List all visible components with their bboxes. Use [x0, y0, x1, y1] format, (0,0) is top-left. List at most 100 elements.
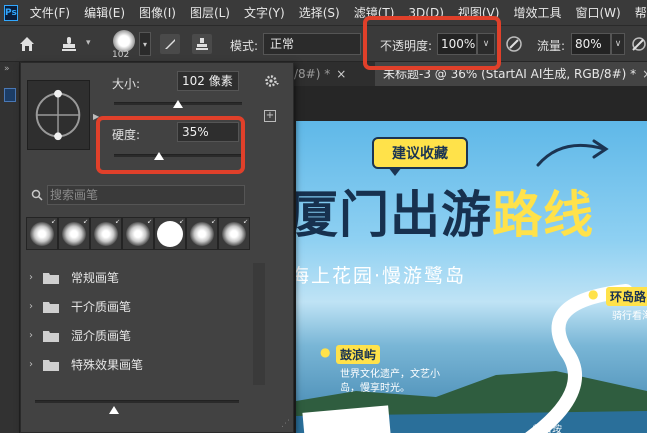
brush-settings-toggle-button[interactable]	[160, 34, 180, 54]
menu-bar: Ps 文件(F) 编辑(E) 图像(I) 图层(L) 文字(Y) 选择(S) 滤…	[0, 0, 647, 25]
brush-preview-icon[interactable]	[113, 30, 135, 52]
folder-icon	[43, 330, 59, 342]
pressure-opacity-icon[interactable]	[505, 35, 523, 53]
menu-type[interactable]: 文字(Y)	[244, 4, 285, 21]
search-icon	[31, 189, 43, 201]
resize-grip-icon[interactable]: ⋰	[281, 419, 291, 429]
soft-brush-icon	[222, 221, 246, 246]
menu-select[interactable]: 选择(S)	[299, 4, 340, 21]
preview-size-slider-thumb[interactable]	[109, 406, 119, 414]
size-slider-thumb[interactable]	[173, 100, 183, 108]
brush-folder-list: › 常规画笔 › 干介质画笔 › 湿介质画笔 › 特殊效果画笔	[25, 263, 251, 385]
gear-icon[interactable]	[265, 74, 279, 88]
mode-select[interactable]: 正常	[263, 33, 361, 55]
brush-tip-angle-preview[interactable]	[27, 80, 90, 150]
poster-spot1-name: 鼓浪屿	[336, 345, 381, 364]
poster-canvas[interactable]: 建议收藏 厦门出游路线 海上花园·慢游鹭岛 ● 鼓浪屿 世界文化遗产，文艺小岛，…	[296, 121, 647, 433]
recent-brush-4[interactable]: ↙	[122, 217, 154, 250]
location-pin-icon: ●	[320, 345, 331, 359]
chevron-right-icon[interactable]: ›	[29, 330, 43, 341]
document-thumbnail-icon[interactable]	[4, 88, 16, 102]
expand-panel-icon[interactable]: »	[4, 64, 10, 74]
menu-layer[interactable]: 图层(L)	[190, 4, 230, 21]
mode-label: 模式:	[230, 39, 259, 53]
size-input[interactable]: 102 像素	[177, 71, 239, 91]
recent-brush-3[interactable]: ↙	[90, 217, 122, 250]
menu-window[interactable]: 窗口(W)	[575, 4, 620, 21]
options-bar: ▾ 102 ▾ 模式: 正常 不透明度: 100% ∨ 流量: 80% ∨	[0, 25, 647, 62]
recent-brush-6[interactable]: ↙	[186, 217, 218, 250]
pressure-mark-icon: ↙	[50, 218, 56, 225]
tools-panel-collapsed: »	[0, 62, 20, 433]
flow-slider-dropdown[interactable]: ∨	[611, 33, 625, 55]
clone-source-toggle-button[interactable]	[192, 34, 212, 54]
folder-label: 常规画笔	[71, 271, 120, 285]
recent-brush-5[interactable]: ↙	[154, 217, 186, 250]
home-icon[interactable]	[18, 35, 36, 53]
airbrush-icon[interactable]	[630, 35, 647, 53]
poster-spot2-name: 环岛路	[606, 287, 647, 306]
brush-size-readout: 102	[112, 50, 130, 60]
poster-title: 厦门出游路线	[296, 185, 594, 245]
tab-document-previous[interactable]: /8#) * ×	[294, 62, 374, 86]
size-label: 大小:	[112, 77, 141, 91]
list-scrollbar[interactable]	[253, 263, 265, 385]
pressure-mark-icon: ↙	[114, 218, 120, 225]
brush-search-input[interactable]: 搜索画笔	[47, 185, 245, 205]
poster-title-main: 厦门出游	[296, 186, 492, 244]
highlight-hardness-box	[96, 116, 245, 174]
location-pin-icon: ●	[588, 287, 599, 301]
menu-plugins[interactable]: 增效工具	[513, 4, 561, 21]
poster-title-highlight: 路线	[492, 186, 594, 244]
soft-brush-icon	[94, 221, 118, 246]
soft-brush-icon	[62, 221, 86, 246]
pressure-mark-icon: ↙	[146, 218, 152, 225]
pressure-mark-icon: ↙	[210, 218, 216, 225]
soft-brush-icon	[126, 221, 150, 246]
new-preset-icon[interactable]: +	[264, 110, 276, 122]
menu-help[interactable]: 帮助(H)	[635, 4, 647, 21]
poster-subtitle: 海上花园·慢游鹭岛	[296, 265, 467, 287]
menu-edit[interactable]: 编辑(E)	[84, 4, 125, 21]
poster-badge: 建议收藏	[372, 137, 468, 169]
pressure-mark-icon: ↙	[82, 218, 88, 225]
tab-close-icon[interactable]: ×	[336, 67, 346, 81]
tab-close-icon[interactable]: ×	[642, 67, 647, 81]
highlight-opacity-box	[363, 16, 501, 70]
pressure-mark-icon: ↙	[178, 218, 184, 225]
folder-label: 特殊效果画笔	[71, 358, 144, 372]
folder-icon	[43, 359, 59, 371]
folder-item-dry-media[interactable]: › 干介质画笔	[25, 292, 251, 321]
preview-size-slider-track[interactable]	[35, 400, 239, 403]
clone-stamp-tool-icon[interactable]	[60, 35, 78, 53]
chevron-right-icon[interactable]: ›	[29, 301, 43, 312]
poster-badge-tail	[388, 167, 402, 176]
chevron-right-icon[interactable]: ›	[29, 359, 43, 370]
recent-brush-7[interactable]: ↙	[218, 217, 250, 250]
poster-spot2-desc: 骑行看海，感受海风	[612, 311, 647, 322]
folder-label: 干介质画笔	[71, 300, 132, 314]
soft-brush-icon	[30, 221, 54, 246]
flow-label: 流量:	[537, 39, 566, 53]
flow-input[interactable]: 80%	[571, 33, 611, 55]
recent-brush-1[interactable]: ↙	[26, 217, 58, 250]
recent-brush-2[interactable]: ↙	[58, 217, 90, 250]
folder-item-general[interactable]: › 常规画笔	[25, 263, 251, 292]
folder-label: 湿介质画笔	[71, 329, 132, 343]
brush-picker-dropdown[interactable]: ▾	[139, 32, 151, 56]
poster-bottom-text: 曾厝垵	[532, 425, 562, 433]
soft-brush-icon	[190, 221, 214, 246]
chevron-right-icon[interactable]: ›	[29, 272, 43, 283]
folder-icon	[43, 272, 59, 284]
clone-source-icon	[196, 38, 208, 50]
tool-preset-chevron-icon[interactable]: ▾	[86, 38, 91, 48]
poster-spot1-desc: 世界文化遗产，文艺小岛，慢享时光。	[340, 369, 440, 394]
menu-image[interactable]: 图像(I)	[139, 4, 176, 21]
photoshop-logo-icon: Ps	[4, 4, 18, 21]
menu-file[interactable]: 文件(F)	[30, 4, 70, 21]
pressure-mark-icon: ↙	[242, 218, 248, 225]
folder-item-wet-media[interactable]: › 湿介质画笔	[25, 321, 251, 350]
folder-icon	[43, 301, 59, 313]
recent-brushes-row: ↙ ↙ ↙ ↙ ↙ ↙ ↙	[26, 217, 251, 252]
folder-item-special-effects[interactable]: › 特殊效果画笔	[25, 350, 251, 379]
